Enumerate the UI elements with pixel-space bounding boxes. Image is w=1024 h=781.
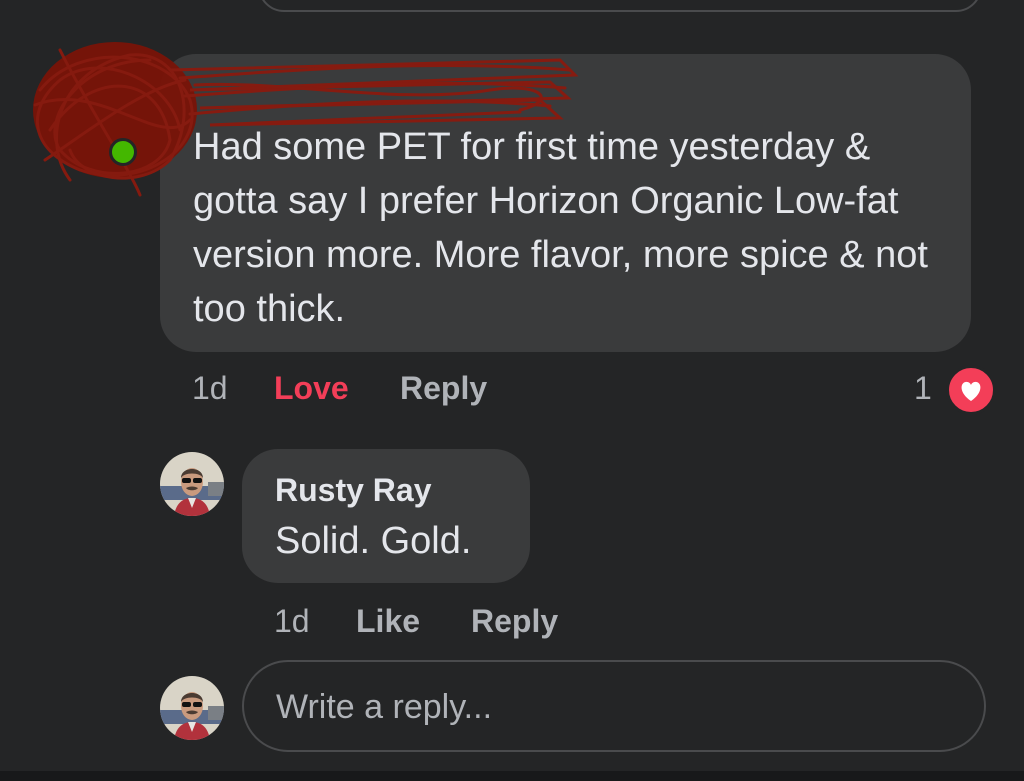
reaction-count[interactable]: 1 — [914, 370, 932, 407]
reply-to-reply-button[interactable]: Reply — [471, 603, 558, 640]
composer-profile-photo — [160, 676, 224, 740]
reply-actions: 1d Like Reply — [0, 603, 1024, 643]
reply-author-name[interactable]: Rusty Ray — [275, 472, 432, 509]
reply-text: Solid. Gold. — [275, 520, 472, 562]
comment-timestamp: 1d — [192, 370, 228, 406]
comment-thread: Had some PET for first time yesterday & … — [0, 0, 1024, 781]
previous-input-box[interactable] — [258, 0, 982, 12]
heart-icon[interactable] — [946, 365, 996, 415]
avatar[interactable] — [160, 452, 224, 516]
love-button[interactable]: Love — [274, 370, 349, 407]
write-reply-input[interactable]: Write a reply... — [242, 660, 986, 752]
bottom-divider — [0, 771, 1024, 781]
heart-glyph — [961, 381, 981, 401]
comment-actions: 1d Love Reply — [0, 370, 1024, 410]
composer-avatar — [160, 676, 224, 740]
reply-timestamp: 1d — [274, 603, 310, 639]
profile-photo — [160, 452, 224, 516]
reply-button[interactable]: Reply — [400, 370, 487, 407]
online-status-icon — [109, 138, 137, 166]
write-reply-placeholder: Write a reply... — [276, 688, 493, 726]
like-button[interactable]: Like — [356, 603, 420, 640]
comment-text: Had some PET for first time yesterday & … — [193, 126, 928, 330]
